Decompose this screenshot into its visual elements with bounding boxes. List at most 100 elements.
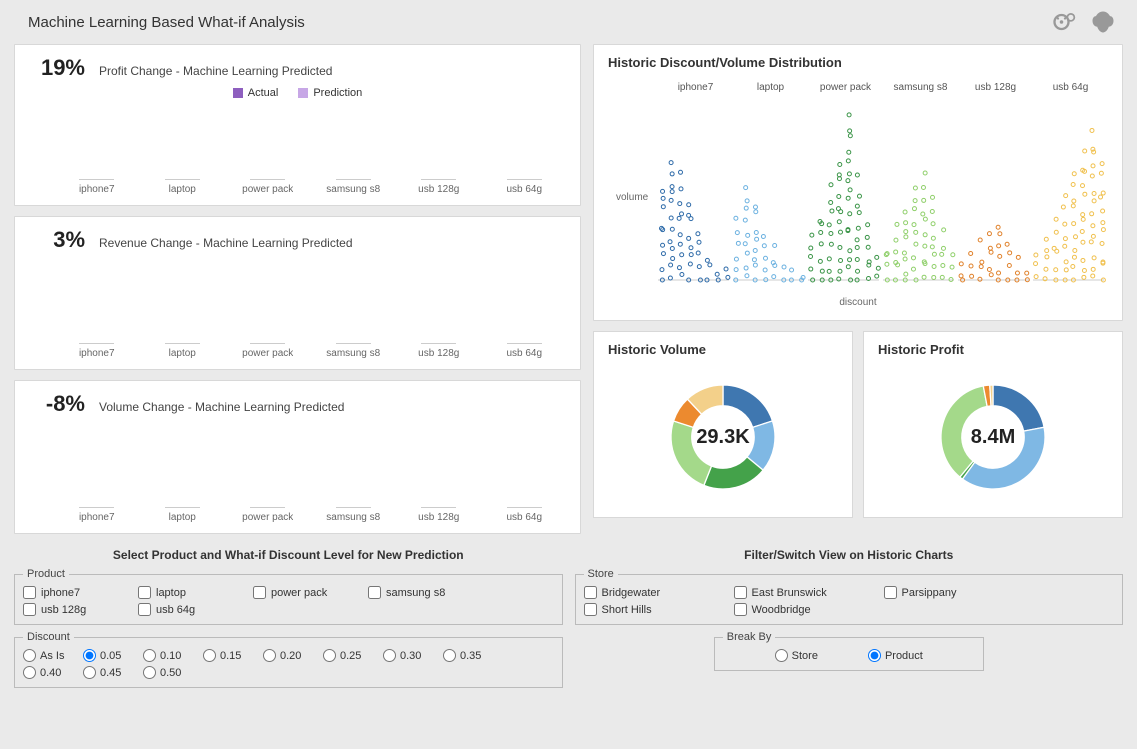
profit-change-card: 19% Profit Change - Machine Learning Pre… [14, 44, 581, 206]
product-check-usb-64g[interactable]: usb 64g [138, 603, 253, 616]
store-check-Parsippany[interactable]: Parsippany [884, 586, 1034, 599]
breakby-radio-product[interactable]: Product [868, 649, 923, 662]
legend-swatch-actual [233, 88, 243, 98]
product-checkbox[interactable] [138, 603, 151, 616]
svg-text:volume: volume [616, 192, 649, 203]
breakby-fieldset: Break By Store Product [714, 631, 984, 671]
product-check-label: usb 128g [41, 604, 86, 616]
store-check-Bridgewater[interactable]: Bridgewater [584, 586, 734, 599]
discount-radio-As-Is[interactable]: As Is [23, 649, 83, 662]
breakby-legend: Break By [723, 631, 776, 643]
discount-legend: Discount [23, 631, 74, 643]
breakby-radio-input[interactable] [868, 649, 881, 662]
product-checkbox[interactable] [253, 586, 266, 599]
discount-radio-0.45[interactable]: 0.45 [83, 666, 143, 679]
svg-text:laptop: laptop [757, 82, 785, 93]
discount-radio-input[interactable] [83, 666, 96, 679]
bar-category-label: usb 128g [418, 512, 459, 523]
store-check-label: Parsippany [902, 587, 957, 599]
svg-text:samsung s8: samsung s8 [894, 82, 948, 93]
discount-radio-0.35[interactable]: 0.35 [443, 649, 503, 662]
bar-category-label: iphone7 [79, 512, 115, 523]
discount-radio-label: 0.35 [460, 650, 481, 662]
product-check-laptop[interactable]: laptop [138, 586, 253, 599]
discount-radio-0.15[interactable]: 0.15 [203, 649, 263, 662]
bar-category-label: usb 64g [506, 348, 542, 359]
product-checkbox[interactable] [23, 603, 36, 616]
profit-kpi-label: Profit Change - Machine Learning Predict… [99, 64, 332, 78]
revenue-kpi-label: Revenue Change - Machine Learning Predic… [99, 236, 353, 250]
discount-radio-input[interactable] [263, 649, 276, 662]
product-check-samsung-s8[interactable]: samsung s8 [368, 586, 483, 599]
controls-right-title: Filter/Switch View on Historic Charts [575, 548, 1124, 562]
discount-radio-0.30[interactable]: 0.30 [383, 649, 443, 662]
product-check-usb-128g[interactable]: usb 128g [23, 603, 138, 616]
discount-radio-0.20[interactable]: 0.20 [263, 649, 323, 662]
discount-radio-label: As Is [40, 650, 64, 662]
store-checkbox[interactable] [884, 586, 897, 599]
discount-radio-input[interactable] [203, 649, 216, 662]
discount-radio-0.10[interactable]: 0.10 [143, 649, 203, 662]
bar-category-label: iphone7 [79, 184, 115, 195]
bar-category-label: usb 64g [506, 512, 542, 523]
product-check-iphone7[interactable]: iphone7 [23, 586, 138, 599]
discount-radio-0.25[interactable]: 0.25 [323, 649, 383, 662]
bar-category-label: samsung s8 [326, 512, 380, 523]
profit-kpi-value: 19% [29, 55, 85, 81]
revenue-change-card: 3% Revenue Change - Machine Learning Pre… [14, 216, 581, 370]
store-check-label: East Brunswick [752, 587, 827, 599]
scatter-plot: volumediscountiphone7laptoppower packsam… [608, 80, 1108, 310]
controls-left-title: Select Product and What-if Discount Leve… [14, 548, 563, 562]
discount-radio-input[interactable] [143, 666, 156, 679]
svg-text:usb 128g: usb 128g [975, 82, 1016, 93]
historic-profit-center: 8.4M [971, 426, 1015, 449]
store-check-Short-Hills[interactable]: Short Hills [584, 603, 734, 616]
store-check-East-Brunswick[interactable]: East Brunswick [734, 586, 884, 599]
product-checkbox[interactable] [368, 586, 381, 599]
discount-fieldset: Discount As Is 0.050.100.15 0.20 0.250.30 0.… [14, 631, 563, 688]
bar-category-label: iphone7 [79, 348, 115, 359]
discount-radio-label: 0.45 [100, 667, 121, 679]
store-checkbox[interactable] [584, 603, 597, 616]
legend-swatch-prediction [298, 88, 308, 98]
legend-actual: Actual [248, 87, 279, 99]
discount-radio-input[interactable] [143, 649, 156, 662]
discount-radio-0.50[interactable]: 0.50 [143, 666, 203, 679]
bar-category-label: usb 64g [506, 184, 542, 195]
discount-radio-0.05[interactable]: 0.05 [83, 649, 143, 662]
discount-radio-input[interactable] [23, 649, 36, 662]
store-checkbox[interactable] [734, 603, 747, 616]
discount-radio-input[interactable] [83, 649, 96, 662]
discount-radio-label: 0.50 [160, 667, 181, 679]
historic-profit-card: Historic Profit 8.4M [863, 331, 1123, 518]
product-check-label: iphone7 [41, 587, 80, 599]
volume-kpi-value: -8% [29, 391, 85, 417]
analysis-gear-icon[interactable] [1051, 8, 1079, 36]
store-check-Woodbridge[interactable]: Woodbridge [734, 603, 884, 616]
breakby-radio-store[interactable]: Store [775, 649, 818, 662]
donut-slice [993, 385, 1044, 431]
discount-radio-label: 0.20 [280, 650, 301, 662]
brain-icon[interactable] [1089, 8, 1117, 36]
bar-category-label: power pack [242, 512, 293, 523]
donut-slice [990, 385, 993, 406]
discount-radio-input[interactable] [383, 649, 396, 662]
discount-radio-input[interactable] [323, 649, 336, 662]
breakby-radio-label: Store [792, 650, 818, 662]
legend: Actual Prediction [29, 87, 566, 99]
store-checkbox[interactable] [734, 586, 747, 599]
product-checkbox[interactable] [23, 586, 36, 599]
discount-radio-0.40[interactable]: 0.40 [23, 666, 83, 679]
product-check-power-pack[interactable]: power pack [253, 586, 368, 599]
store-checkbox[interactable] [584, 586, 597, 599]
discount-radio-input[interactable] [443, 649, 456, 662]
historic-volume-title: Historic Volume [608, 342, 838, 357]
product-checkbox[interactable] [138, 586, 151, 599]
breakby-radio-label: Product [885, 650, 923, 662]
volume-kpi-label: Volume Change - Machine Learning Predict… [99, 400, 344, 414]
volume-change-card: -8% Volume Change - Machine Learning Pre… [14, 380, 581, 534]
scatter-card: Historic Discount/Volume Distribution vo… [593, 44, 1123, 321]
product-legend: Product [23, 568, 69, 580]
discount-radio-input[interactable] [23, 666, 36, 679]
breakby-radio-input[interactable] [775, 649, 788, 662]
